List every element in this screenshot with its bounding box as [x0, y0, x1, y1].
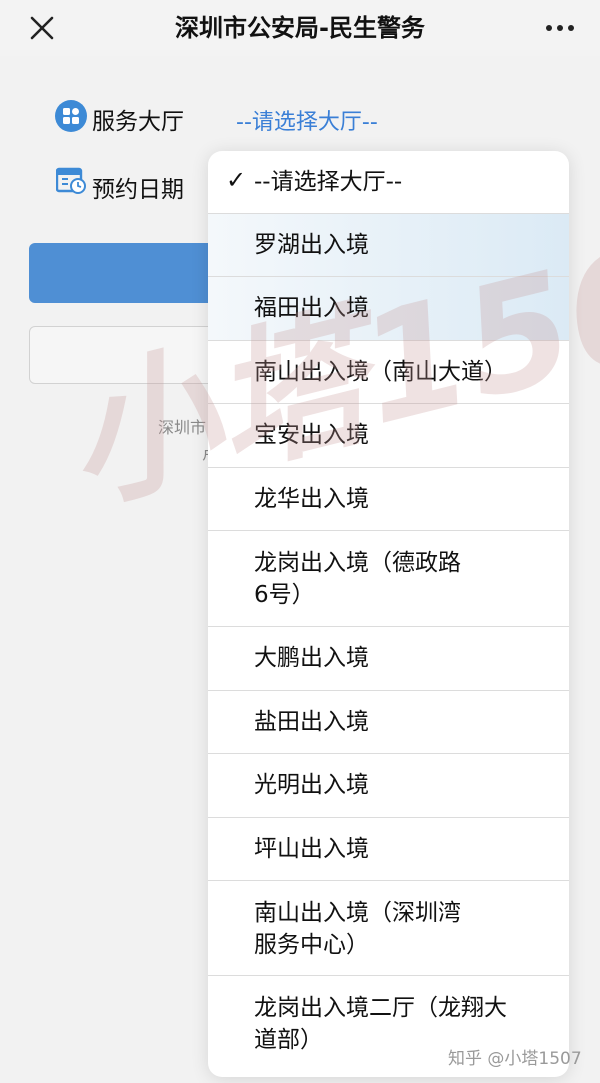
dropdown-option[interactable]: 盐田出入境 — [208, 691, 569, 754]
credit-text: 知乎 @小塔1507 — [448, 1049, 582, 1069]
dropdown-option[interactable]: 坪山出入境 — [208, 818, 569, 881]
dropdown-option[interactable]: 大鹏出入境 — [208, 627, 569, 691]
nav-bar: 深圳市公安局-民生警务 — [0, 0, 600, 56]
dropdown-option[interactable]: 宝安出入境 — [208, 404, 569, 468]
dropdown-option[interactable]: 福田出入境 — [208, 277, 569, 341]
calendar-icon — [56, 167, 86, 194]
hall-label: 服务大厅 — [92, 109, 184, 135]
footer-text: 深圳市 — [158, 418, 207, 437]
dropdown-option[interactable]: 南山出入境（南山大道） — [208, 341, 569, 404]
dropdown-option[interactable]: 龙岗出入境（德政路 6号） — [208, 531, 569, 627]
dropdown-option[interactable]: 光明出入境 — [208, 754, 569, 818]
hall-select[interactable]: --请选择大厅-- — [236, 104, 378, 136]
page-title: 深圳市公安局-民生警务 — [175, 14, 425, 42]
service-hall-icon — [55, 100, 87, 132]
dropdown-option[interactable]: 龙华出入境 — [208, 468, 569, 531]
more-icon[interactable] — [542, 13, 578, 43]
hall-dropdown: ✓ --请选择大厅-- 罗湖出入境 福田出入境 南山出入境（南山大道） 宝安出入… — [208, 151, 569, 1077]
check-icon: ✓ — [226, 166, 247, 194]
dropdown-option[interactable]: 南山出入境（深圳湾 服务中心） — [208, 881, 569, 976]
dropdown-option[interactable]: 罗湖出入境 — [208, 214, 569, 277]
date-label: 预约日期 — [92, 177, 184, 203]
dropdown-option[interactable]: ✓ --请选择大厅-- — [208, 151, 569, 214]
